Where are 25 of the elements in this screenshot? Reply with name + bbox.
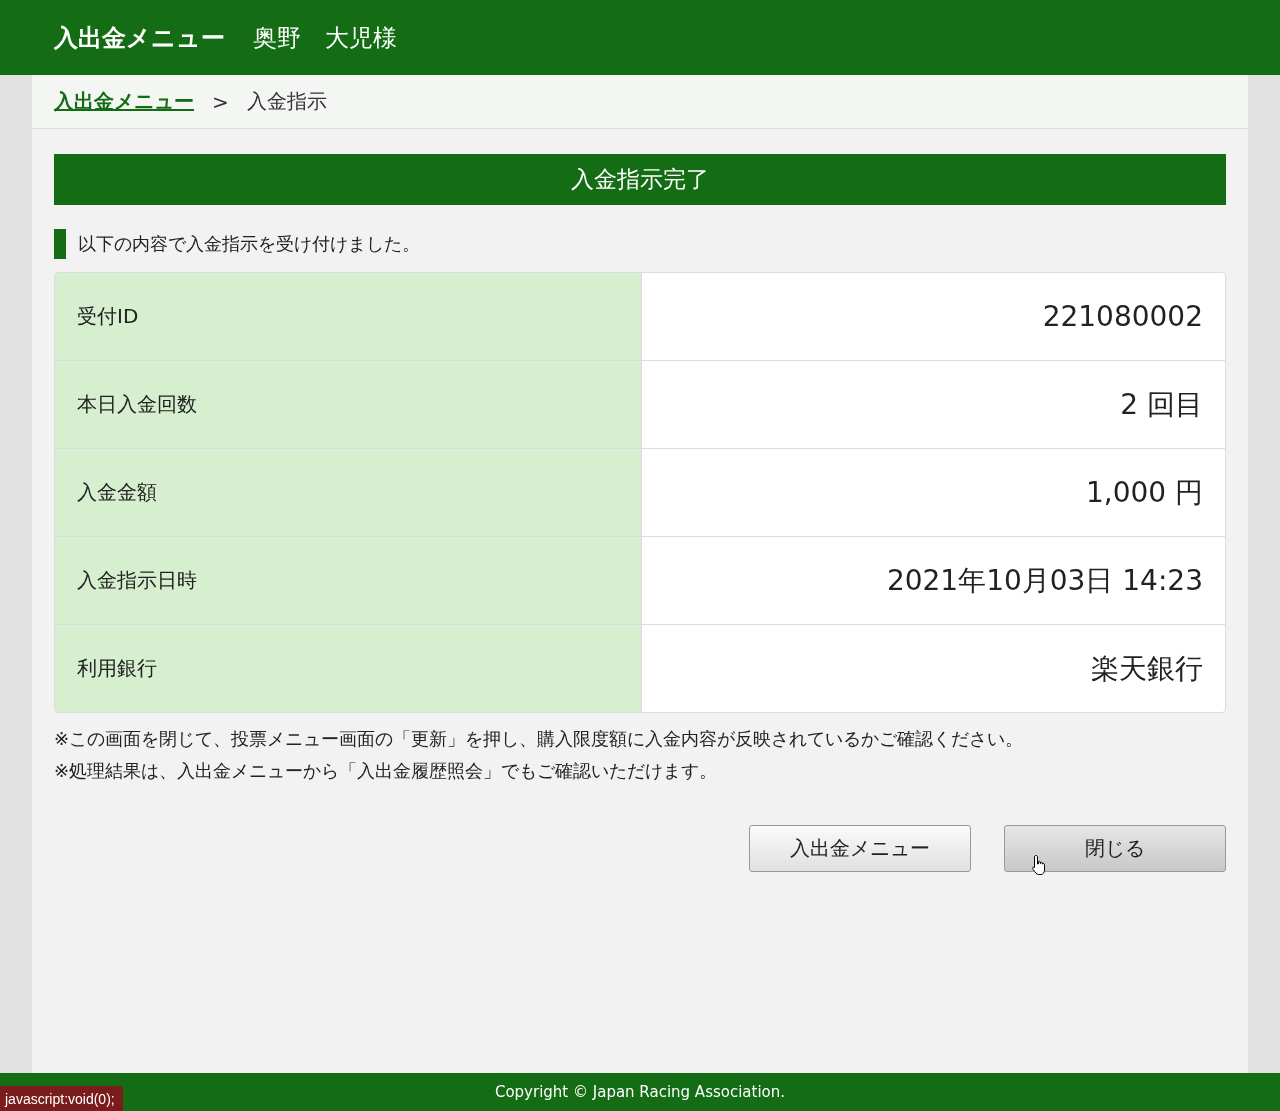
marker-icon xyxy=(54,229,66,259)
note-text: ※処理結果は、入出金メニューから「入出金履歴照会」でもご確認いただけます。 xyxy=(54,759,719,783)
section-title: 入金指示完了 xyxy=(54,154,1226,205)
action-button[interactable]: 入出金メニュー xyxy=(749,825,971,872)
label-cell: 受付ID xyxy=(55,273,642,360)
value-cell-text: 1,000 円 xyxy=(1084,474,1204,511)
breadcrumb-text: > xyxy=(212,89,229,114)
status-url: javascript:void(0); xyxy=(0,1086,123,1111)
breadcrumb-text: 入金指示 xyxy=(246,88,327,115)
copyright-text: Copyright © Japan Racing Association. xyxy=(494,1083,786,1101)
note-text: ※この画面を閉じて、投票メニュー画面の「更新」を押し、購入限度額に入金内容が反映されているかご確認ください。 xyxy=(54,727,1025,751)
value-cell-text: 221080002 xyxy=(1041,299,1204,335)
label-cell: 入金指示日時 xyxy=(55,537,642,624)
page-title: 入出金メニュー xyxy=(54,22,225,54)
value-cell-text: 2 回目 xyxy=(1119,386,1204,423)
breadcrumb-link[interactable]: 入出金メニュー xyxy=(54,88,194,115)
message-text: 以下の内容で入金指示を受け付けました。 xyxy=(78,232,420,256)
value-cell-text: 2021年10月03日 14:23 xyxy=(885,562,1204,599)
label-cell: 入金金額 xyxy=(55,449,642,536)
value-cell-text: 楽天銀行 xyxy=(1090,650,1204,687)
user-name: 奥野 大児様 xyxy=(253,22,397,54)
hand-cursor-icon xyxy=(1031,854,1047,876)
label-cell: 利用銀行 xyxy=(55,625,642,712)
label-cell: 本日入金回数 xyxy=(55,361,642,448)
action-button[interactable]: 閉じる xyxy=(1004,825,1226,872)
